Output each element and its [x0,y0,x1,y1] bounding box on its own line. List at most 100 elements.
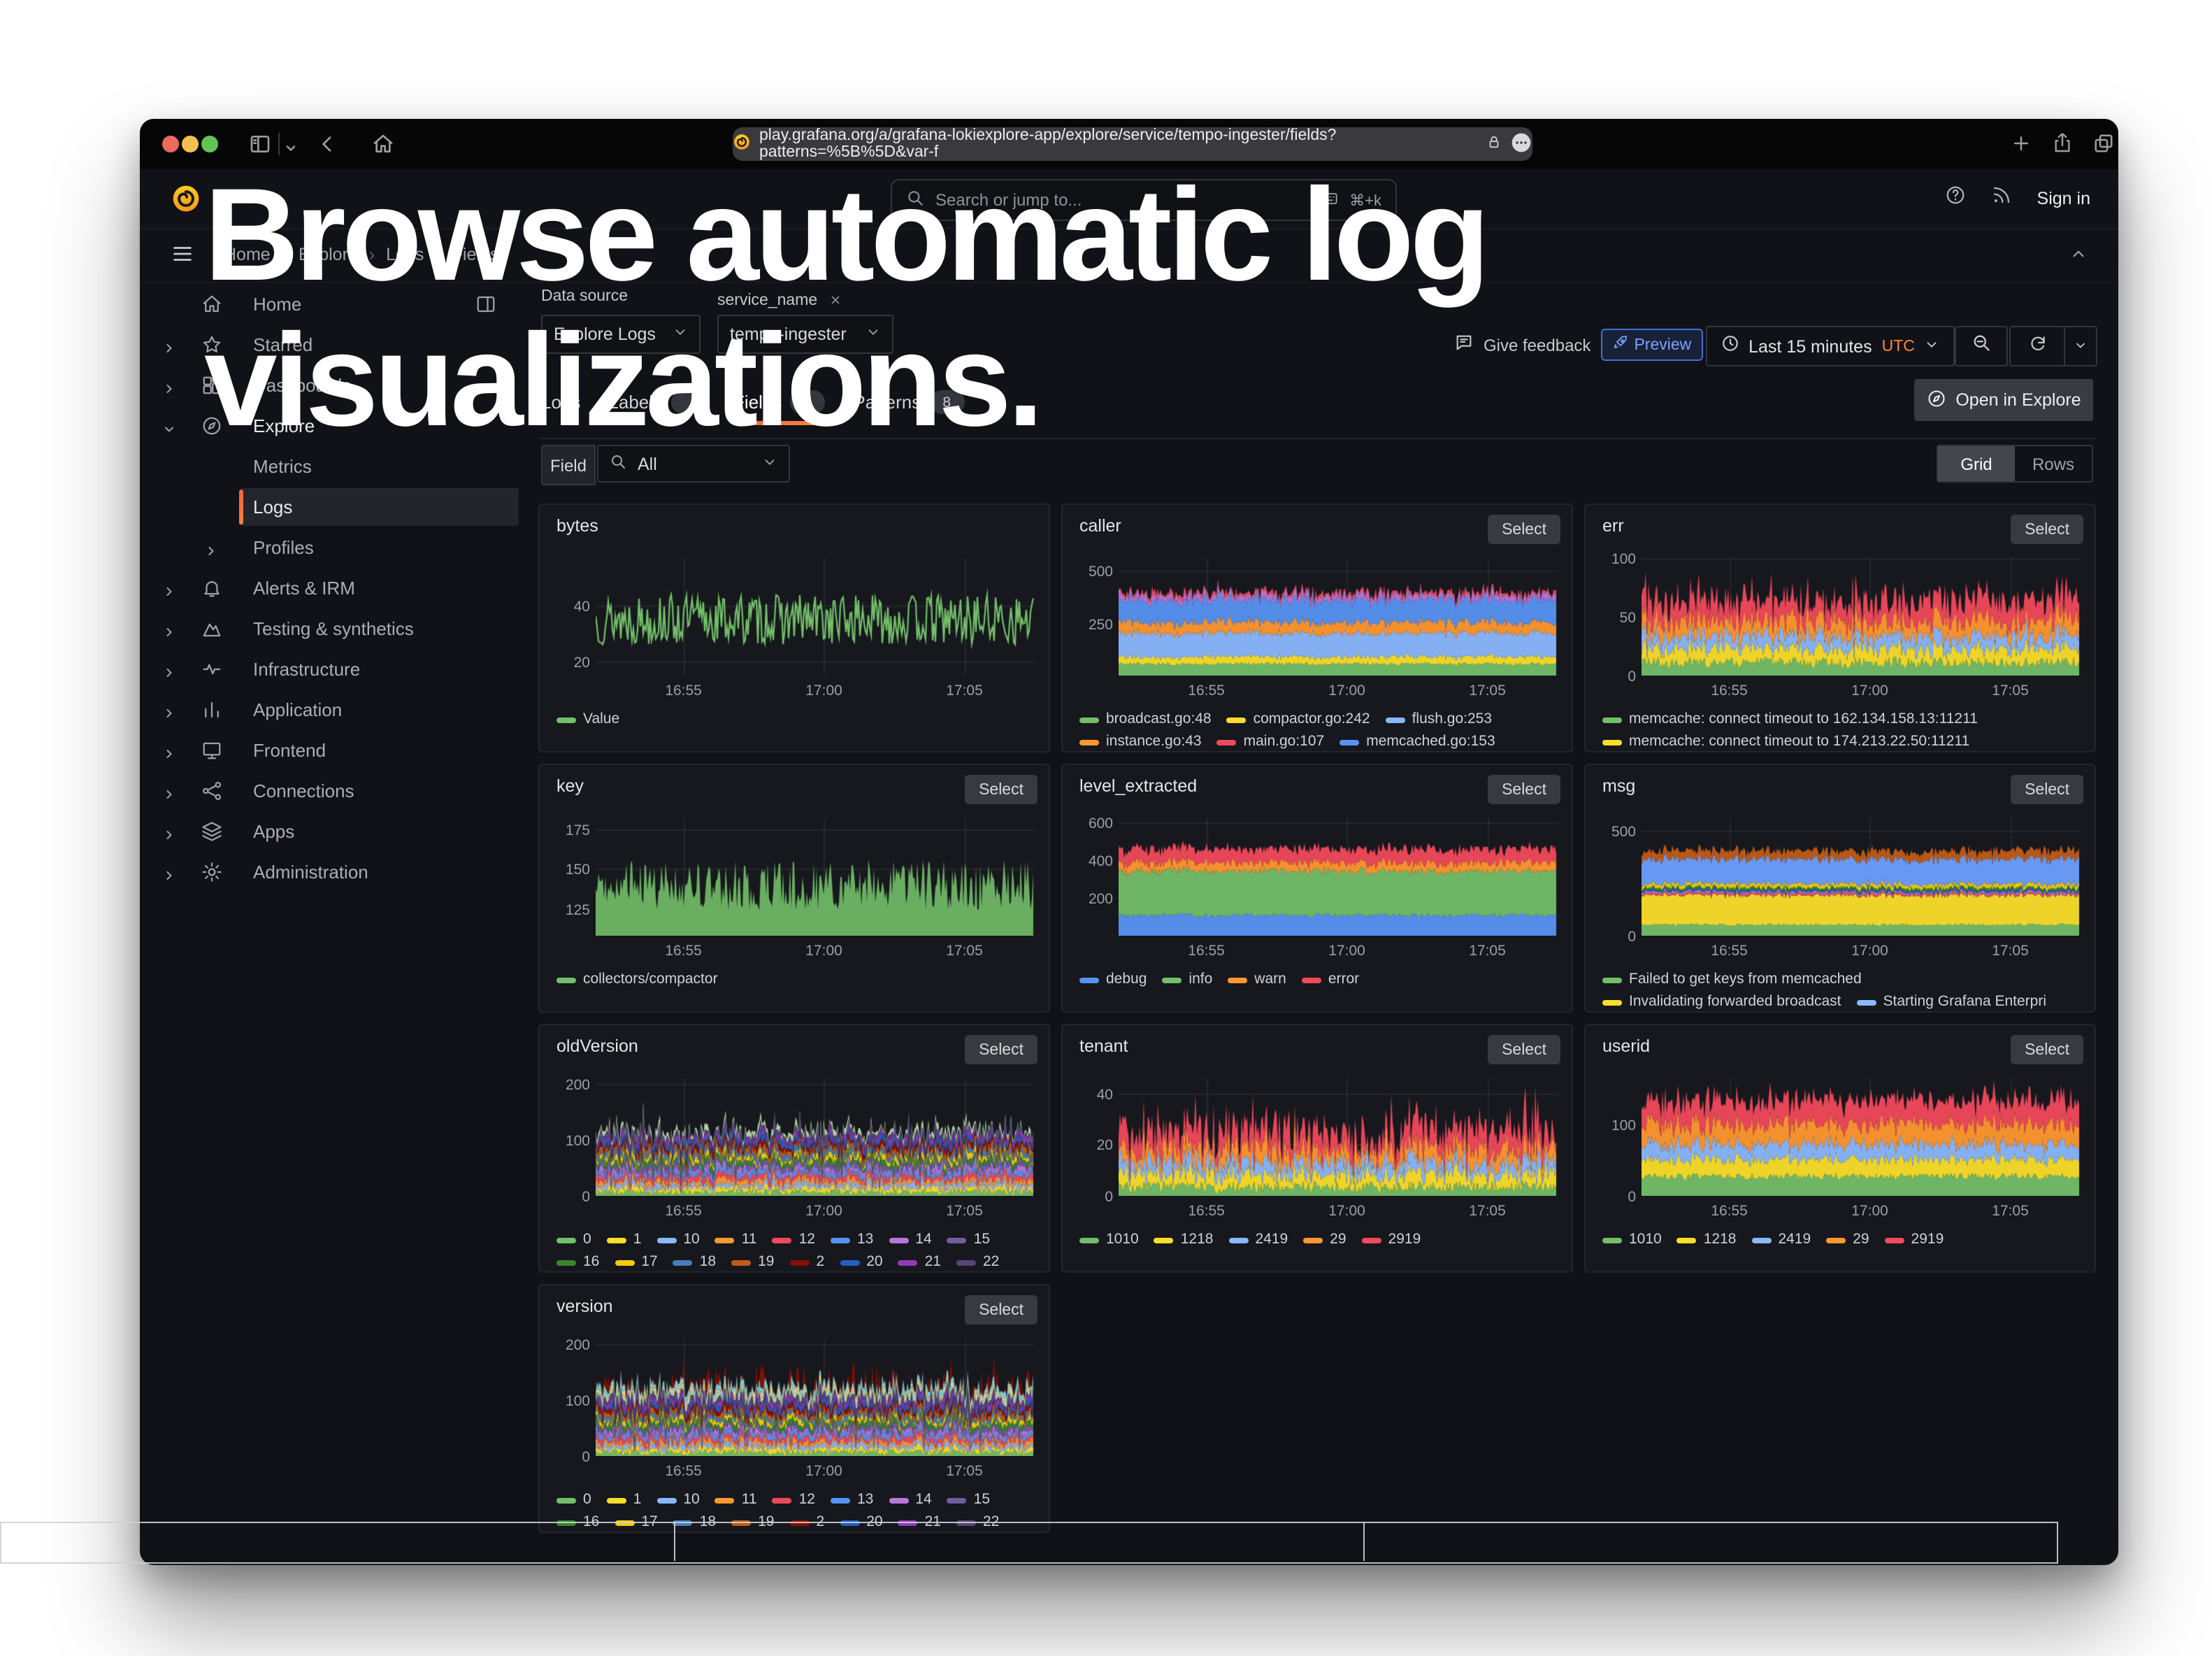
chart-canvas-version[interactable] [596,1339,1035,1456]
legend-item[interactable]: 2419 [1228,1231,1288,1249]
sidebar-item-frontend[interactable]: Frontend [140,730,520,771]
legend-item[interactable]: 2919 [1885,1231,1944,1249]
select-button[interactable]: Select [965,1295,1037,1325]
chart-canvas-oldVersion[interactable] [596,1078,1035,1196]
select-button[interactable]: Select [2011,1035,2083,1064]
legend-item[interactable]: 13 [831,1231,873,1249]
legend-item[interactable]: instance.go:43 [1079,733,1202,751]
service-name-dropdown[interactable]: tempo-ingester [717,315,893,354]
field-filter-dropdown[interactable]: All [597,445,790,483]
news-rss-icon[interactable] [1991,185,2012,213]
search-input[interactable]: Search or jump to... ⌘+k [891,179,1397,221]
sidebar-item-starred[interactable]: Starred [140,324,520,365]
breadcrumb-item[interactable]: Fields [452,245,499,264]
close-icon[interactable] [828,288,841,313]
breadcrumb-item[interactable]: Logs [386,245,424,264]
chevron-up-icon[interactable] [2069,245,2088,270]
select-button[interactable]: Select [965,1035,1037,1064]
sidebar-item-application[interactable]: Application [140,690,520,730]
legend-item[interactable]: 1218 [1154,1231,1214,1249]
traffic-zoom-button[interactable] [201,136,218,152]
legend-item[interactable]: broadcast.go:48 [1079,711,1212,729]
traffic-minimize-button[interactable] [182,136,199,152]
legend-item[interactable]: memcache: connect timeout to 174.213.22.… [1602,733,1969,751]
sign-in-button[interactable]: Sign in [2037,189,2090,208]
sidebar-item-apps[interactable]: Apps [140,811,520,852]
legend-item[interactable]: error [1302,971,1359,989]
chart-canvas-level_extracted[interactable] [1119,818,1558,936]
refresh-interval-dropdown[interactable] [2064,326,2097,366]
legend-item[interactable]: memcache: connect timeout to 162.134.158… [1602,711,1978,729]
share-button[interactable] [2051,131,2074,161]
legend-item[interactable]: 29 [1303,1231,1346,1249]
sidebar-item-alerts-irm[interactable]: Alerts & IRM [140,568,520,608]
legend-item[interactable]: 1 [607,1491,642,1509]
breadcrumb-item[interactable]: Home [224,245,271,264]
legend-item[interactable]: debug [1079,971,1147,989]
dock-menu-button[interactable] [475,294,496,322]
new-tab-button[interactable] [2011,133,2032,161]
tab-patterns[interactable]: Patterns8 [853,379,964,425]
give-feedback-link[interactable]: Give feedback [1484,335,1590,355]
legend-item[interactable]: 14 [889,1491,931,1509]
sidebar-item-logs[interactable]: Logs [140,487,520,527]
legend-item[interactable]: 19 [731,1253,774,1271]
legend-item[interactable]: 0 [556,1231,591,1249]
legend-item[interactable]: 22 [956,1253,999,1271]
chart-canvas-err[interactable] [1642,558,2081,676]
grafana-logo[interactable] [171,183,201,221]
legend-item[interactable]: 29 [1826,1231,1869,1249]
select-button[interactable]: Select [1488,1035,1560,1064]
ellipsis-menu-icon[interactable] [1510,131,1532,157]
legend-item[interactable]: 11 [715,1231,757,1249]
legend-item[interactable]: 0 [556,1491,591,1509]
legend-item[interactable]: flush.go:253 [1386,711,1492,729]
legend-item[interactable]: 18 [673,1513,716,1532]
legend-item[interactable]: 15 [947,1231,990,1249]
breadcrumb-item[interactable]: Explore [299,245,358,264]
legend-item[interactable]: 12 [773,1491,815,1509]
chart-canvas-caller[interactable] [1119,558,1558,676]
legend-item[interactable]: 11 [715,1491,757,1509]
legend-item[interactable]: compactor.go:242 [1227,711,1370,729]
sidebar-item-metrics[interactable]: Metrics [140,446,520,487]
legend-item[interactable]: 19 [731,1513,774,1532]
url-bar[interactable]: play.grafana.org/a/grafana-lokiexplore-a… [733,127,1532,161]
zoom-out-button[interactable] [1955,326,2008,366]
legend-item[interactable]: 2 [790,1513,825,1532]
chart-canvas-bytes[interactable] [596,558,1035,676]
legend-item[interactable]: Starting Grafana Enterpri [1857,993,2046,1011]
legend-item[interactable]: 12 [773,1231,815,1249]
data-source-dropdown[interactable]: Explore Logs [541,315,701,354]
legend-item[interactable]: 22 [956,1513,999,1532]
tab-logs[interactable]: Logs [541,379,580,425]
legend-item[interactable]: 10 [656,1231,699,1249]
sidebar-item-infrastructure[interactable]: Infrastructure [140,649,520,690]
legend-item[interactable]: Value [556,711,619,729]
legend-item[interactable]: 2 [790,1253,825,1271]
select-button[interactable]: Select [1488,775,1560,804]
legend-item[interactable]: 20 [840,1513,882,1532]
sidebar-item-profiles[interactable]: Profiles [140,527,520,568]
chart-canvas-userid[interactable] [1642,1078,2081,1196]
legend-item[interactable]: 20 [840,1253,882,1271]
legend-item[interactable]: 17 [615,1513,657,1532]
tab-fields[interactable]: Fields [733,379,825,425]
tab-overview-button[interactable] [2093,133,2114,161]
sidebar-item-explore[interactable]: Explore [140,406,520,446]
legend-item[interactable]: 1 [607,1231,642,1249]
traffic-close-button[interactable] [162,136,179,152]
view-toggle-rows[interactable]: Rows [2015,446,2092,481]
legend-item[interactable]: 1010 [1602,1231,1662,1249]
refresh-button[interactable] [2009,326,2064,366]
view-toggle-grid[interactable]: Grid [1938,446,2015,481]
sidebar-item-home[interactable]: Home [140,284,520,324]
mega-menu-toggle-button[interactable] [171,242,194,273]
tab-group-chevron-icon[interactable] [284,137,298,162]
legend-item[interactable]: 2919 [1362,1231,1421,1249]
help-icon[interactable] [1945,185,1966,213]
legend-item[interactable]: 15 [947,1491,990,1509]
legend-item[interactable]: warn [1228,971,1286,989]
legend-item[interactable]: 21 [898,1513,941,1532]
legend-item[interactable]: 16 [556,1253,599,1271]
